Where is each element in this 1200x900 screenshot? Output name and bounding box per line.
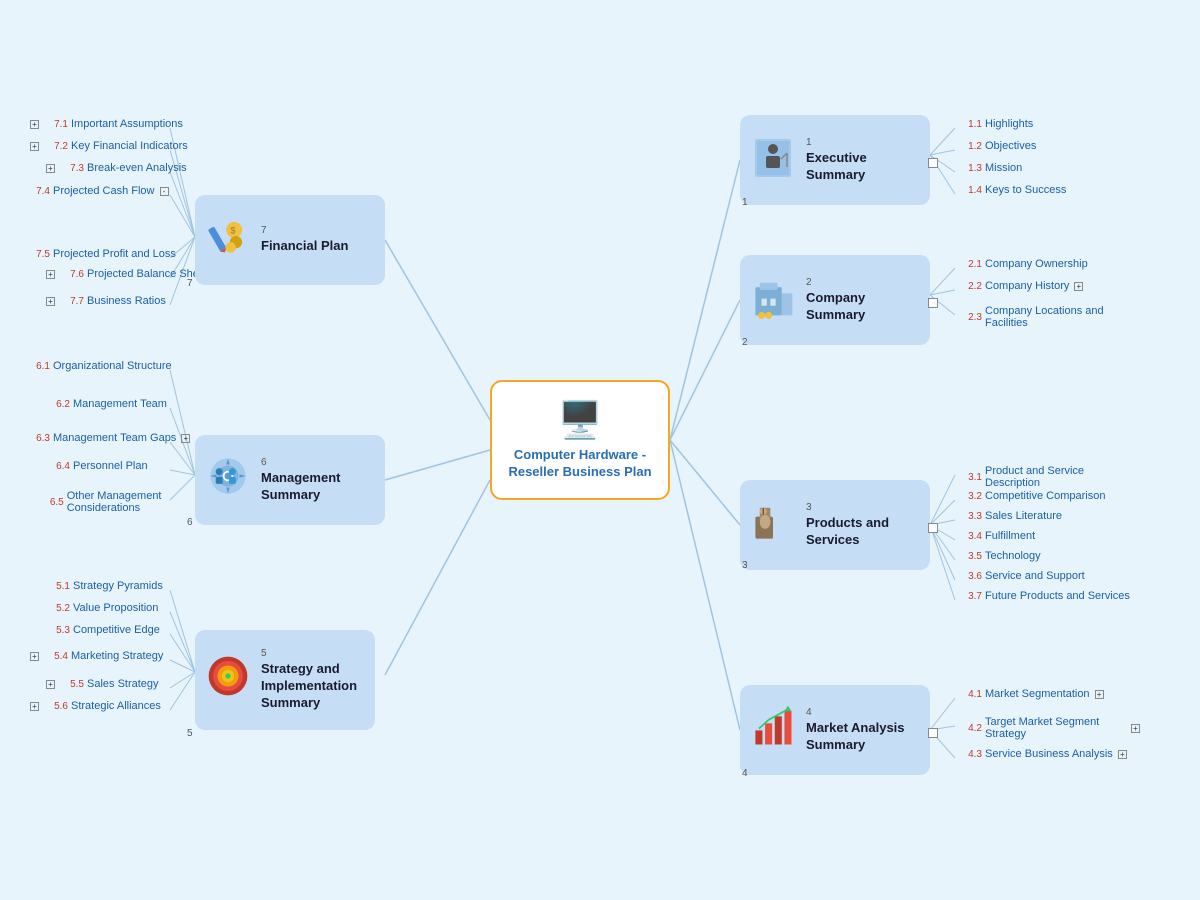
topic-products-services[interactable]: 3 Products and Services (740, 480, 930, 570)
expand-6-3[interactable]: + (181, 434, 190, 443)
products-label: Products and Services (806, 515, 920, 549)
products-icon (750, 496, 796, 554)
central-label: Computer Hardware -Reseller Business Pla… (508, 447, 651, 481)
subitem-5-3[interactable]: 5.3 Competitive Edge (28, 624, 160, 636)
subitem-3-6[interactable]: 3.6 Service and Support (960, 570, 1085, 582)
company-label: Company Summary (806, 290, 920, 324)
company-num: 2 (806, 277, 920, 288)
node-num-products: 3 (742, 560, 748, 571)
expand-5-4[interactable]: + (30, 652, 39, 661)
subitem-2-1[interactable]: 2.1 Company Ownership (960, 258, 1088, 270)
company-icon (750, 271, 796, 329)
subitem-5-4[interactable]: + 5.4 Marketing Strategy (28, 650, 163, 662)
subitem-3-4[interactable]: 3.4 Fulfillment (960, 530, 1035, 542)
expand-4-2[interactable]: + (1131, 724, 1140, 733)
executive-num: 1 (806, 137, 920, 148)
strategy-icon (205, 651, 251, 709)
subitem-3-3[interactable]: 3.3 Sales Literature (960, 510, 1062, 522)
subitem-7-1[interactable]: + 7.1 Important Assumptions (28, 118, 183, 130)
subitem-5-1[interactable]: 5.1 Strategy Pyramids (28, 580, 163, 592)
subitem-7-3[interactable]: + 7.3 Break-even Analysis (28, 162, 187, 174)
strategy-num: 5 (261, 648, 365, 659)
expand-7-1[interactable]: + (30, 120, 39, 129)
financial-icon: $ (205, 211, 251, 269)
strategy-label: Strategy and Implementation Summary (261, 661, 365, 712)
subitem-7-5[interactable]: 7.5 Projected Profit and Loss (28, 248, 176, 260)
subitem-7-2[interactable]: + 7.2 Key Financial Indicators (28, 140, 188, 152)
node-num-market: 4 (742, 768, 748, 779)
subitem-6-3[interactable]: 6.3 Management Team Gaps + (28, 432, 190, 444)
expand-company[interactable] (928, 298, 938, 308)
expand-4-3[interactable]: + (1118, 750, 1127, 759)
expand-7-3[interactable]: + (46, 164, 55, 173)
expand-4-1[interactable]: + (1095, 690, 1104, 699)
subitem-6-1[interactable]: 6.1 Organizational Structure (28, 360, 172, 372)
management-num: 6 (261, 457, 375, 468)
subitem-1-1[interactable]: 1.1 Highlights (960, 118, 1033, 130)
node-num-strategy: 5 (187, 728, 193, 739)
subitem-5-5[interactable]: + 5.5 Sales Strategy (28, 678, 159, 690)
subitem-4-2[interactable]: 4.2 Target Market Segment Strategy + (960, 716, 1140, 740)
expand-products[interactable] (928, 523, 938, 533)
expand-7-7[interactable]: + (46, 297, 55, 306)
subitem-2-3[interactable]: 2.3 Company Locations and Facilities (960, 305, 1120, 329)
topic-financial[interactable]: $ 7 Financial Plan (195, 195, 385, 285)
subitem-6-4[interactable]: 6.4 Personnel Plan (28, 460, 148, 472)
subitem-2-2[interactable]: 2.2 Company History + (960, 280, 1083, 292)
subitem-4-3[interactable]: 4.3 Service Business Analysis + (960, 748, 1127, 760)
executive-label: Executive Summary (806, 150, 920, 184)
expand-executive[interactable] (928, 158, 938, 168)
topic-strategy[interactable]: 5 Strategy and Implementation Summary (195, 630, 375, 730)
subitem-7-7[interactable]: + 7.7 Business Ratios (28, 295, 166, 307)
subitem-3-2[interactable]: 3.2 Competitive Comparison (960, 490, 1105, 502)
expand-7-2[interactable]: + (30, 142, 39, 151)
subitem-1-4[interactable]: 1.4 Keys to Success (960, 184, 1066, 196)
management-icon (205, 451, 251, 509)
subitem-1-2[interactable]: 1.2 Objectives (960, 140, 1036, 152)
expand-7-6[interactable]: + (46, 270, 55, 279)
subitem-3-7[interactable]: 3.7 Future Products and Services (960, 590, 1130, 602)
market-icon (750, 701, 796, 759)
subitem-1-3[interactable]: 1.3 Mission (960, 162, 1022, 174)
management-label: Management Summary (261, 470, 375, 504)
subitem-3-1[interactable]: 3.1 Product and Service Description (960, 465, 1140, 489)
topic-company-summary[interactable]: 2 Company Summary (740, 255, 930, 345)
computer-icon: 🖥️ (558, 399, 603, 441)
node-num-company: 2 (742, 337, 748, 348)
node-num-management: 6 (187, 517, 193, 528)
market-label: Market Analysis Summary (806, 720, 920, 754)
subitem-7-4[interactable]: 7.4 Projected Cash Flow - (28, 185, 169, 197)
executive-icon (750, 131, 796, 189)
financial-label: Financial Plan (261, 238, 348, 255)
financial-num: 7 (261, 225, 348, 236)
topic-executive-summary[interactable]: 1 Executive Summary (740, 115, 930, 205)
subitem-4-1[interactable]: 4.1 Market Segmentation + (960, 688, 1104, 700)
expand-5-6[interactable]: + (30, 702, 39, 711)
expand-7-4[interactable]: - (160, 187, 169, 196)
node-num-financial: 7 (187, 278, 193, 289)
subitem-5-6[interactable]: + 5.6 Strategic Alliances (28, 700, 161, 712)
products-num: 3 (806, 502, 920, 513)
expand-5-5[interactable]: + (46, 680, 55, 689)
topic-market-analysis[interactable]: 4 Market Analysis Summary (740, 685, 930, 775)
subitem-5-2[interactable]: 5.2 Value Proposition (28, 602, 158, 614)
subitem-3-5[interactable]: 3.5 Technology (960, 550, 1041, 562)
market-num: 4 (806, 707, 920, 718)
subitem-7-6[interactable]: + 7.6 Projected Balance Sheet (28, 268, 208, 280)
node-num-executive: 1 (742, 197, 748, 208)
subitem-6-2[interactable]: 6.2 Management Team (28, 398, 167, 410)
svg-text:$: $ (231, 225, 236, 235)
expand-market[interactable] (928, 728, 938, 738)
topic-management[interactable]: 6 Management Summary (195, 435, 385, 525)
central-node[interactable]: 🖥️ Computer Hardware -Reseller Business … (490, 380, 670, 500)
expand-2-2[interactable]: + (1074, 282, 1083, 291)
subitem-6-5[interactable]: 6.5 Other Management Considerations (28, 490, 208, 514)
